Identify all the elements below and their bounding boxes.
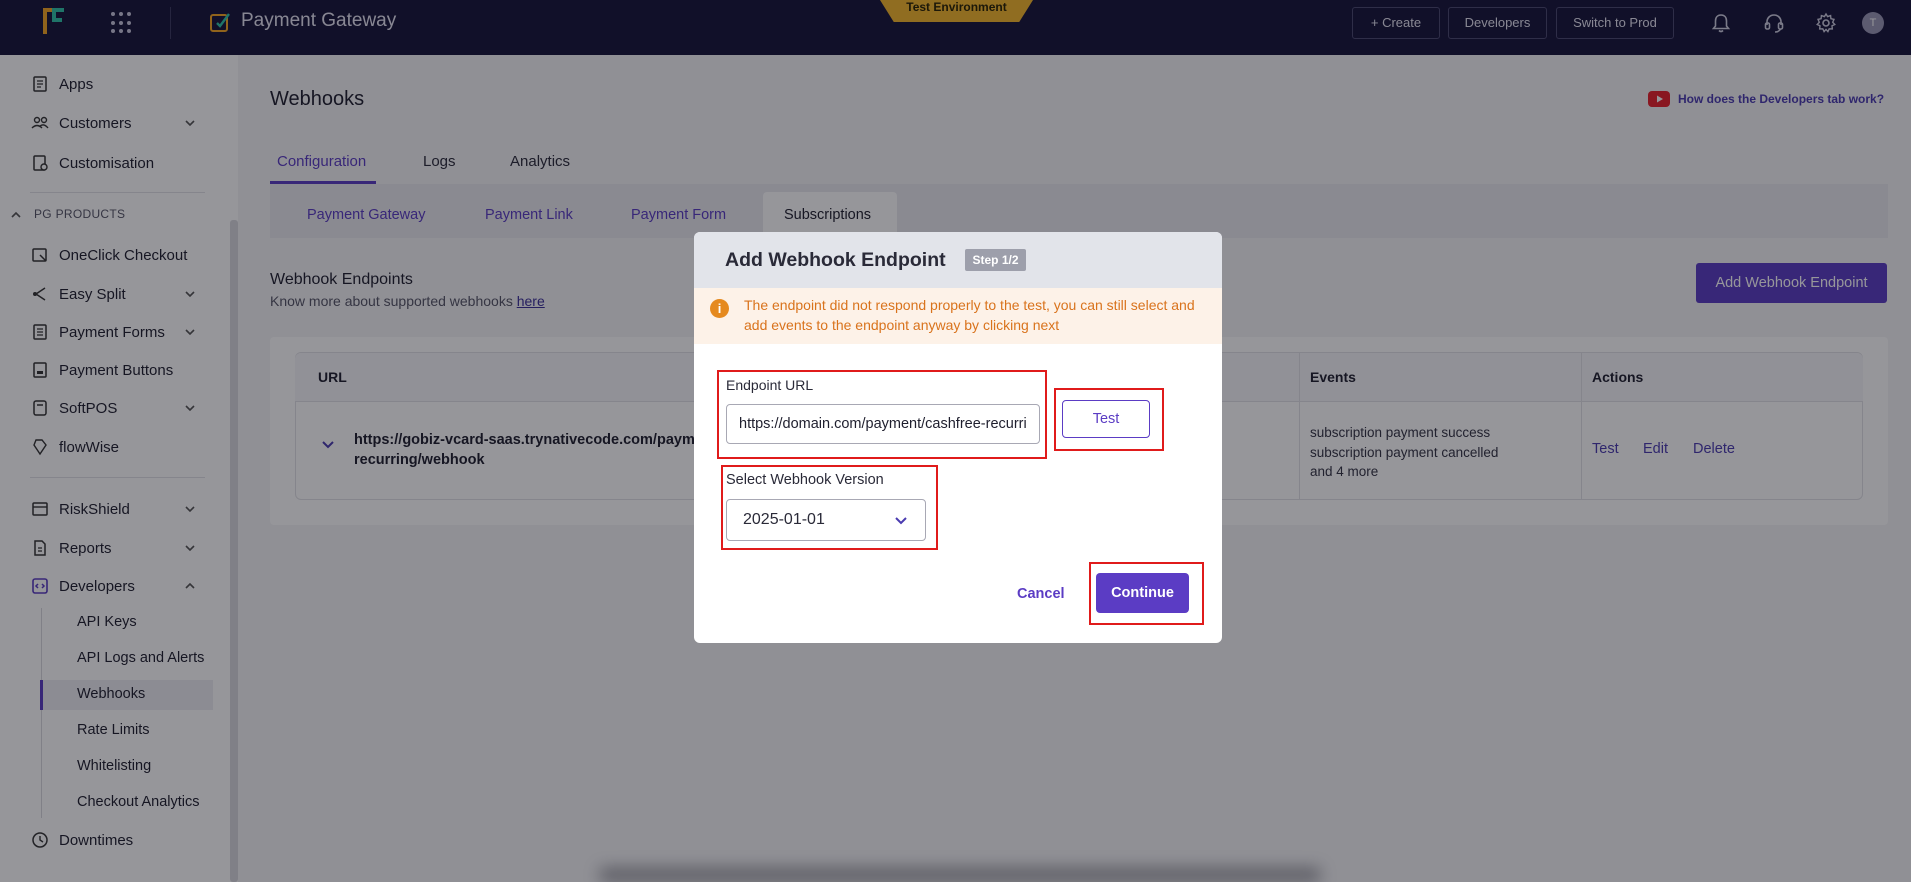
cancel-button[interactable]: Cancel (1017, 586, 1065, 602)
warning-banner: i The endpoint did not respond properly … (694, 288, 1222, 344)
endpoint-url-input[interactable] (726, 404, 1040, 444)
webhook-version-label: Select Webhook Version (726, 472, 884, 488)
selected-version: 2025-01-01 (743, 511, 825, 528)
chevron-down-icon (895, 517, 907, 525)
warning-text: The endpoint did not respond properly to… (744, 297, 1195, 333)
info-icon: i (710, 299, 729, 318)
modal-header: Add Webhook Endpoint Step 1/2 (694, 232, 1222, 288)
endpoint-url-label: Endpoint URL (726, 377, 814, 393)
modal-title: Add Webhook Endpoint (725, 249, 946, 271)
add-webhook-modal: Add Webhook Endpoint Step 1/2 i The endp… (694, 232, 1222, 643)
step-badge: Step 1/2 (965, 249, 1026, 271)
test-endpoint-button[interactable]: Test (1062, 400, 1150, 438)
continue-button[interactable]: Continue (1096, 573, 1189, 613)
webhook-version-select[interactable]: 2025-01-01 (726, 499, 926, 541)
